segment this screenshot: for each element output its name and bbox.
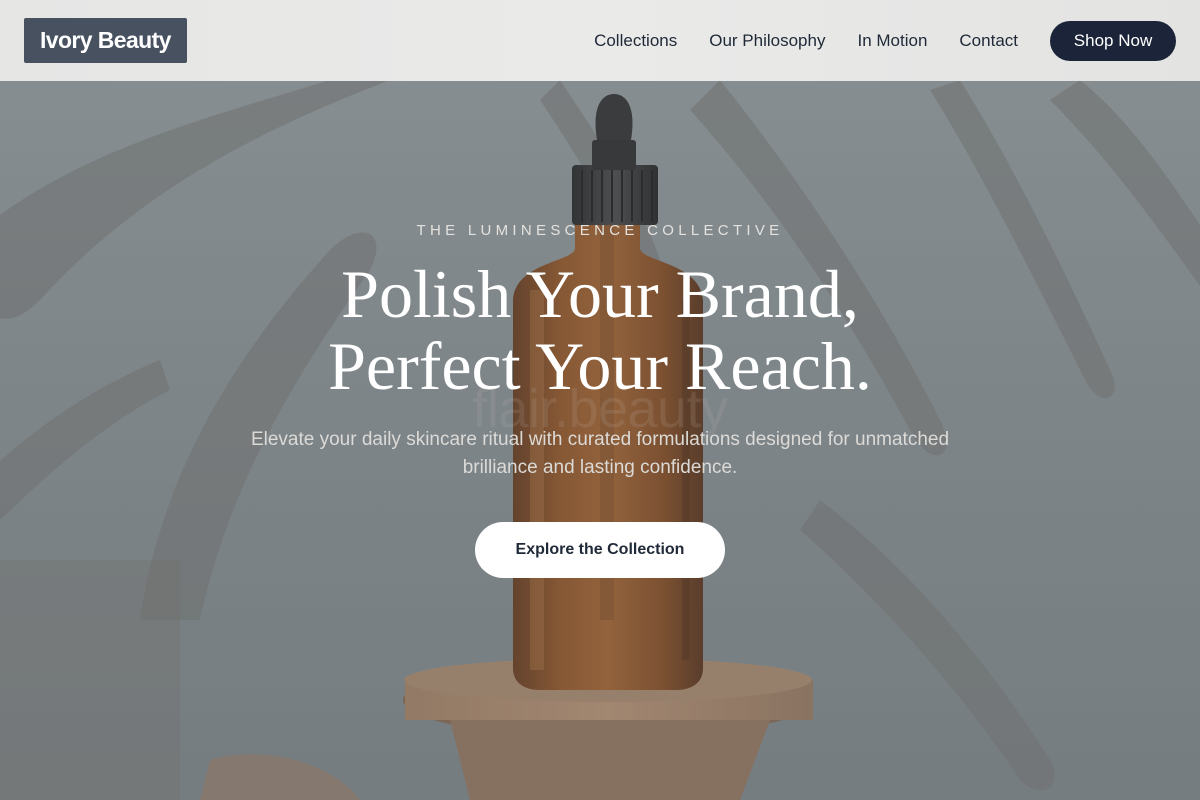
nav-link-our-philosophy[interactable]: Our Philosophy	[709, 31, 825, 51]
nav-link-contact[interactable]: Contact	[959, 31, 1018, 51]
explore-collection-button[interactable]: Explore the Collection	[475, 522, 725, 578]
nav-menu: Collections Our Philosophy In Motion Con…	[594, 20, 1176, 61]
hero-headline-line-1: Polish Your Brand,	[341, 256, 859, 332]
nav-link-in-motion[interactable]: In Motion	[857, 31, 927, 51]
hero-subtext: Elevate your daily skincare ritual with …	[250, 429, 950, 478]
shop-now-button[interactable]: Shop Now	[1050, 20, 1176, 61]
top-navigation-bar: Ivory Beauty Collections Our Philosophy …	[0, 0, 1200, 81]
hero-eyebrow: THE LUMINESCENCE COLLECTIVE	[416, 222, 784, 239]
brand-logo[interactable]: Ivory Beauty	[24, 18, 187, 63]
hero-content: THE LUMINESCENCE COLLECTIVE Polish Your …	[0, 0, 1200, 800]
nav-link-collections[interactable]: Collections	[594, 31, 677, 51]
